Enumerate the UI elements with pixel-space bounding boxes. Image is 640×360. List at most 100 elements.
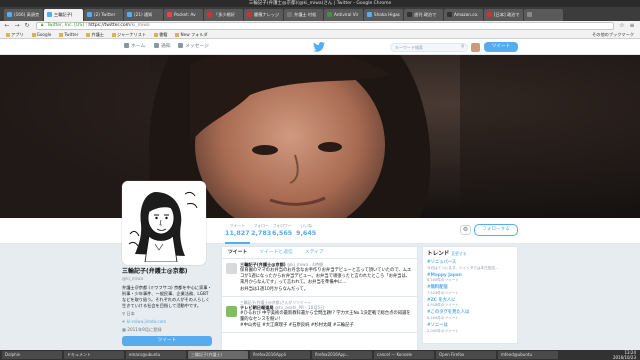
profile-website[interactable]: ⚭ ki-miwa.jimdo.com — [122, 319, 212, 325]
profile-handle[interactable]: @ki_miwa — [122, 276, 212, 282]
nav-home[interactable]: ホーム — [124, 43, 145, 51]
trend-desc: 7,523件のツイート — [427, 290, 459, 295]
timeline-tab[interactable]: ツイート — [228, 247, 247, 258]
taskbar-item[interactable]: cancel — Konsole — [374, 351, 434, 359]
trend-item[interactable]: #ZC を大人に 4,918件のツイート — [427, 298, 513, 309]
browser-tab-label: 弁護士 村松 — [294, 12, 317, 17]
profile-stat-0[interactable]: ツイート 11,827 — [225, 223, 250, 244]
forward-button[interactable]: → — [13, 22, 21, 30]
tweet[interactable]: 三輪記子(弁護士@京都)さんがリツイート テレビ朝日報道局 @tv_asahi_P… — [222, 297, 417, 334]
window-title: 三輪記子(弁護士@京都)(@ki_miwa)さん | Twitter - Goo… — [0, 0, 640, 7]
trend-item[interactable]: #このタグを見た人は 6,204件のツイート — [427, 310, 513, 321]
taskbar-item[interactable]: emacs@ubuntu — [126, 351, 186, 359]
tweet-avatar[interactable] — [226, 263, 237, 274]
bookmark-label: Twitter — [64, 32, 79, 37]
profile-stat-value: 6,565 — [272, 229, 293, 237]
browser-tab[interactable]: Antiviral Vir — [324, 9, 363, 21]
site-identity: Twitter, Inc. [US] — [46, 23, 84, 28]
tweet-author-name[interactable]: テレビ朝日報道局 — [240, 305, 274, 310]
browser-tab[interactable]: 三輪記子( — [44, 9, 83, 21]
bookmark-item[interactable]: 書籍 — [154, 31, 167, 38]
browser-tab[interactable]: 弁護士 村松 — [284, 9, 323, 21]
timeline-tab[interactable]: メディア — [305, 247, 324, 258]
twitter-bird-icon[interactable] — [312, 42, 326, 52]
taskbar-item[interactable]: 三輪記子(弁護士) — [188, 351, 248, 359]
bookmark-item[interactable]: New フォルダ — [175, 31, 208, 38]
home-icon — [124, 43, 129, 48]
nav-messages[interactable]: メッセージ — [178, 43, 209, 51]
browser-tab[interactable]: 「多少格好 — [204, 9, 243, 21]
tab-favicon-icon — [527, 12, 532, 17]
browser-tab[interactable]: 週刊 政治で — [404, 9, 443, 21]
bookmark-item[interactable]: Twitter — [59, 31, 78, 38]
trend-item[interactable]: #ソニュバース 今日はてついます。ツイッタでは本日放送… — [427, 260, 513, 271]
bell-icon — [154, 43, 159, 48]
bookmark-item[interactable]: 弁護士 — [86, 31, 104, 38]
trend-item[interactable]: #Mappy Japan 6,500件のツイート — [427, 273, 513, 284]
profile-stat-value: 9,645 — [296, 229, 317, 237]
browser-tab[interactable]: (21) 通知 — [124, 9, 163, 21]
taskbar-item[interactable]: Open Firefox — [436, 351, 496, 359]
browser-tab[interactable]: (166) 高須克 — [4, 9, 43, 21]
follow-button[interactable]: フォローする — [474, 224, 518, 236]
tweet[interactable]: 三輪記子(弁護士@京都) @ki_miwa · 4時間 保育園のママのお弁当のお丹… — [222, 259, 417, 297]
address-bar[interactable]: 🔒︎ Twitter, Inc. [US] | https://twitter.… — [36, 22, 614, 30]
browser-tab[interactable]: (2) Twitter — [84, 9, 123, 21]
profile-website-link[interactable]: ki-miwa.jimdo.com — [127, 319, 167, 324]
search-icon[interactable]: ⚲ — [461, 43, 465, 51]
trends-list: #ソニュバース 今日はてついます。ツイッタでは本日放送… #Mappy Japan 6… — [427, 260, 513, 334]
bookmark-item[interactable]: ジャーナリスト — [111, 31, 146, 38]
folder-icon — [86, 32, 91, 37]
tab-favicon-icon — [47, 12, 52, 17]
back-button[interactable]: ← — [3, 22, 11, 30]
profile-nav-bar: ツイート 11,827 フォロー 2,783 フォロワー 6,565 いいね 9,645 — [0, 218, 640, 244]
browser-tab[interactable]: [日本] 政治で — [484, 9, 523, 21]
url-path: /ki_miwa — [129, 23, 150, 28]
tweet-to-button[interactable]: ツイート — [122, 336, 212, 346]
tweet-avatar[interactable] — [226, 305, 237, 317]
taskbar-item[interactable]: Dolphin — [2, 351, 62, 359]
account-avatar[interactable] — [471, 43, 480, 52]
trend-item[interactable]: #無料配信 7,523件のツイート — [427, 285, 513, 296]
browser-tab-label: (2) Twitter — [94, 12, 116, 17]
profile-stat-3[interactable]: いいね 9,645 — [296, 223, 316, 237]
taskbar-item[interactable]: firefox2016Appli — [250, 351, 310, 359]
browser-tab[interactable]: Shaka Higas — [364, 9, 403, 21]
timeline-tab[interactable]: ツイートと返信 — [259, 247, 293, 258]
tab-favicon-icon — [327, 12, 332, 17]
tweet-meta: @tv_asahi_PR · 10月5日 — [274, 304, 325, 310]
browser-tab-label: Shaka Higas — [374, 12, 400, 17]
taskbar-item[interactable]: mfeed@ubuntu — [498, 351, 558, 359]
bookmark-star-icon[interactable]: ☆ — [618, 22, 626, 30]
tweet-author-name[interactable]: 三輪記子(弁護士@京都) — [240, 262, 286, 267]
tweet-text: #ひるおび 中学美術の最新教科書から全問出題!? 学力大王No.1決定戦で総合点… — [240, 310, 411, 323]
browser-tab-label: 週刊 政治で — [414, 12, 437, 17]
reload-button[interactable]: ↻ — [23, 22, 31, 30]
other-bookmarks[interactable]: その他のブックマーク — [592, 31, 634, 39]
taskbar-item[interactable]: ドキュメント — [64, 351, 124, 359]
system-clock[interactable]: 13:24 2016/10/23 — [613, 350, 636, 360]
bookmark-item[interactable]: アプリ — [6, 31, 24, 38]
menu-icon[interactable]: ≡ — [628, 22, 636, 30]
trend-item[interactable]: #ソニーは 2,000件のツイート — [427, 323, 513, 334]
nav-notifications[interactable]: 通知 — [154, 43, 171, 51]
profile-name[interactable]: 三輪記子(弁護士@京都) — [122, 268, 212, 276]
profile-stat-2[interactable]: フォロワー 6,565 — [272, 223, 292, 237]
trends-change-link[interactable]: 変更する — [451, 251, 466, 256]
browser-tab[interactable]: Amazon.co. — [444, 9, 483, 21]
search-input[interactable]: キーワード検索 — [390, 43, 468, 52]
folder-icon — [31, 32, 36, 37]
gear-icon[interactable]: ⚙ — [460, 225, 471, 235]
tab-favicon-icon — [167, 12, 172, 17]
profile-avatar[interactable] — [122, 181, 206, 265]
profile-stat-1[interactable]: フォロー 2,783 — [251, 223, 271, 237]
browser-tab[interactable] — [524, 9, 563, 21]
taskbar-item[interactable]: firefox2016App... — [312, 351, 372, 359]
bookmark-label: 書籍 — [159, 32, 168, 37]
profile-joined: ▦ 2011年9月に登録 — [122, 327, 212, 333]
compose-tweet-button[interactable]: ツイート — [484, 42, 518, 52]
browser-tab[interactable]: Pocket: Av — [164, 9, 203, 21]
bookmark-item[interactable]: Google — [31, 31, 51, 38]
trends-module: トレンド 変更する #ソニュバース 今日はてついます。ツイッタでは本日放送… #Map… — [422, 246, 518, 344]
browser-tab[interactable]: 慶應ナレッジ — [244, 9, 283, 21]
